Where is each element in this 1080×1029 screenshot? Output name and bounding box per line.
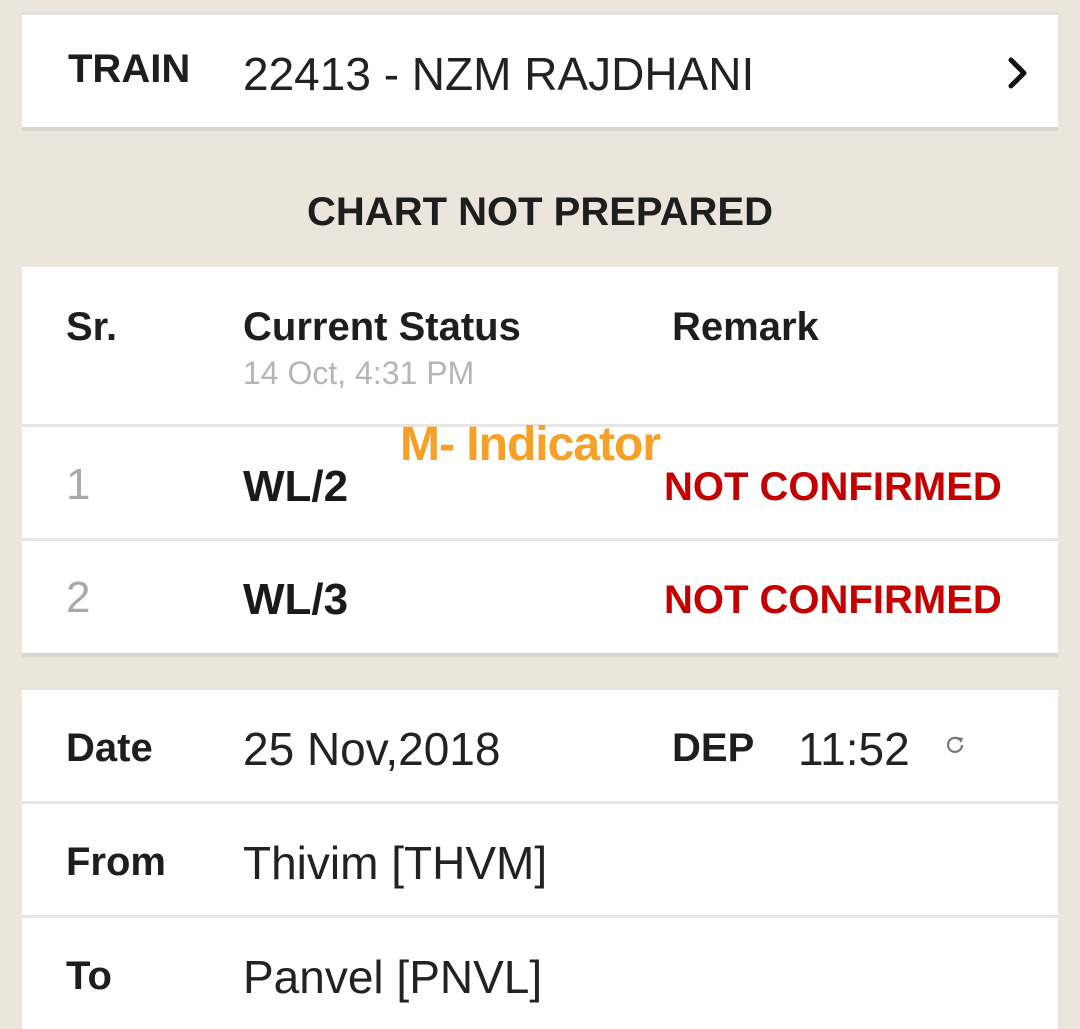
departure-time: 11:52 [798,723,910,775]
to-label: To [66,954,112,998]
chart-status-heading: CHART NOT PREPARED [307,190,773,234]
train-label: TRAIN [68,47,191,91]
date-value: 25 Nov,2018 [243,723,501,775]
row-sr: 2 [66,573,91,622]
date-label: Date [66,726,153,770]
refresh-icon[interactable] [944,734,966,756]
header-sr: Sr. [66,305,118,349]
row-sr: 1 [66,460,91,509]
departure-label: DEP [672,726,755,770]
header-remark: Remark [672,305,819,349]
row-remark: NOT CONFIRMED [664,578,1002,622]
booking-status-card: Sr. Current Status Remark 14 Oct, 4:31 P… [22,267,1058,653]
row-remark: NOT CONFIRMED [664,465,1002,509]
from-station: Thivim [THVM] [243,837,548,889]
divider [22,538,1058,541]
from-label: From [66,840,166,884]
divider [22,801,1058,804]
row-status: WL/2 [243,462,349,511]
row-status: WL/3 [243,575,349,624]
journey-details-card: Date 25 Nov,2018 DEP 11:52 From Thivim [… [22,690,1058,1029]
watermark-text: M- Indicator [400,418,661,471]
status-updated-time: 14 Oct, 4:31 PM [243,355,475,391]
divider [22,915,1058,918]
train-value: 22413 - NZM RAJDHANI [243,48,755,100]
chevron-right-icon[interactable] [1004,55,1032,91]
to-station: Panvel [PNVL] [243,951,543,1003]
train-card[interactable]: TRAIN 22413 - NZM RAJDHANI [22,12,1058,127]
header-current-status: Current Status [243,305,521,349]
